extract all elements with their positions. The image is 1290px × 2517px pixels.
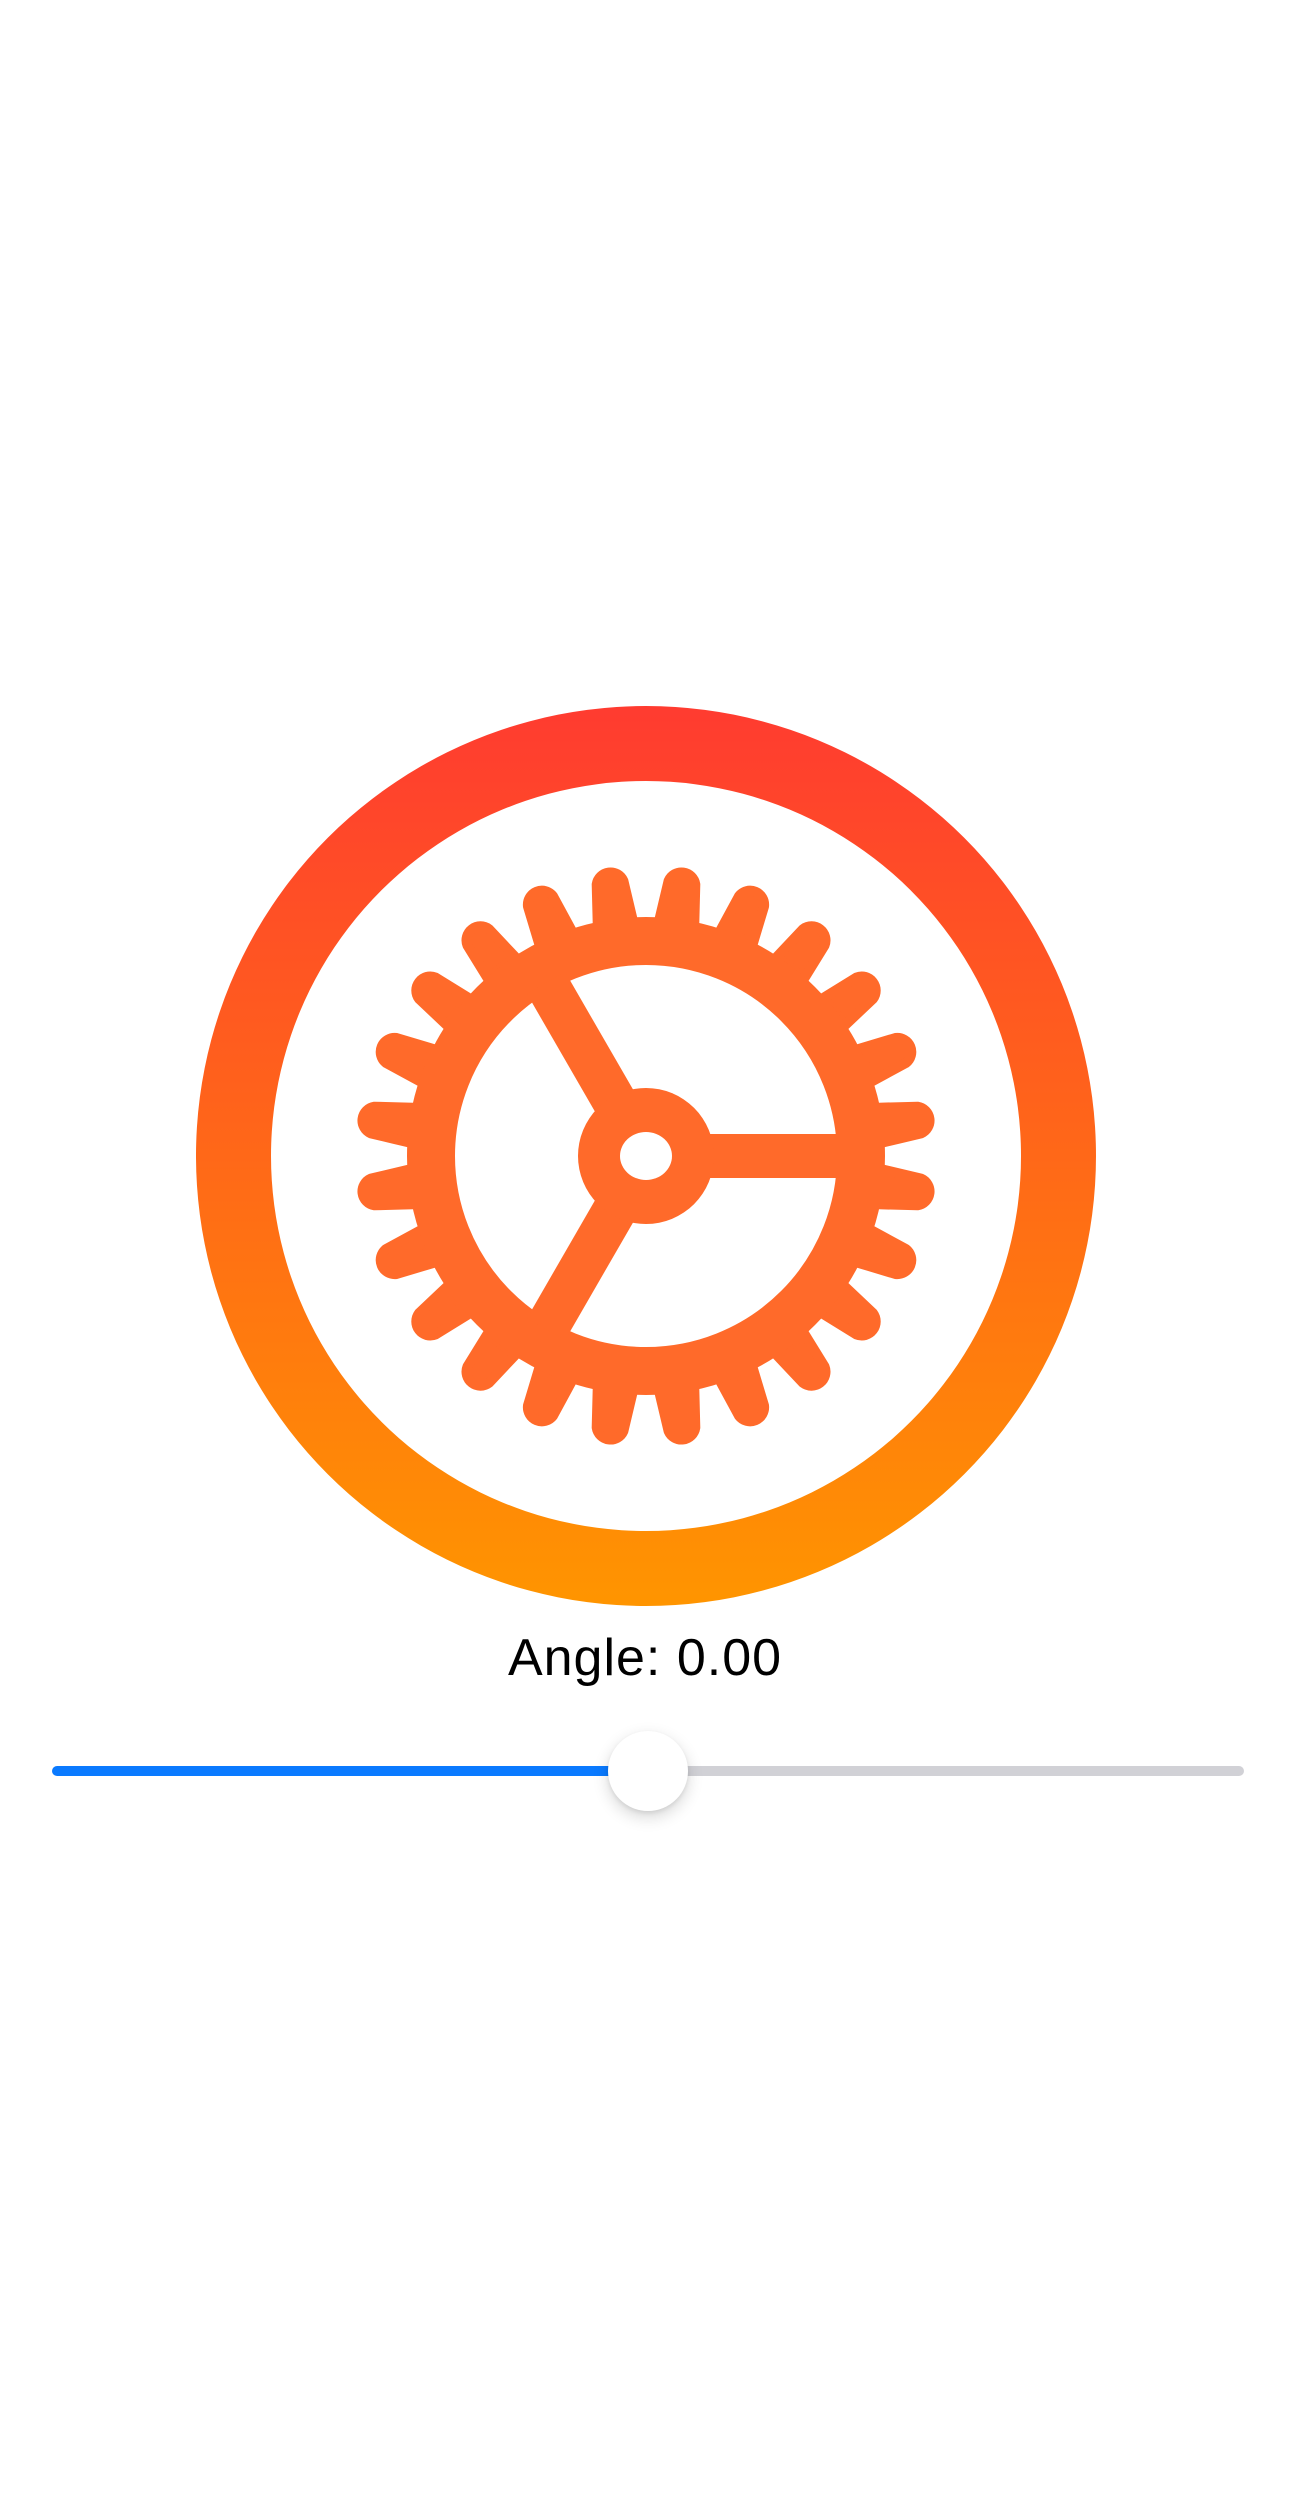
- slider-track-filled[interactable]: [52, 1766, 648, 1776]
- gear-hub-hole: [620, 1132, 672, 1180]
- angle-slider[interactable]: [52, 1730, 1244, 1811]
- slider-thumb[interactable]: [608, 1731, 688, 1811]
- rotating-dial: [196, 706, 1096, 1606]
- slider-track-unfilled[interactable]: [648, 1766, 1244, 1776]
- gear-icon: [357, 867, 935, 1445]
- angle-label: Angle: 0.00: [507, 1629, 783, 1687]
- dial-graphic: [196, 706, 1096, 1606]
